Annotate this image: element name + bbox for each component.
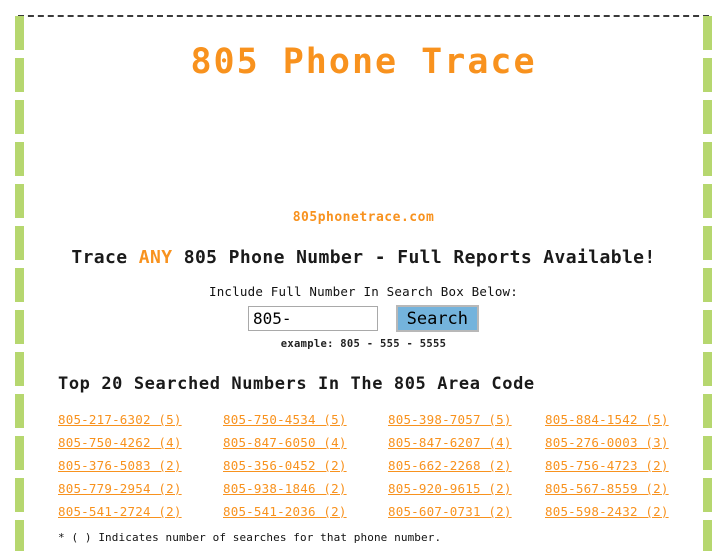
phone-number-link[interactable]: 805-356-0452 (2) [223, 458, 388, 473]
site-domain: 805phonetrace.com [292, 210, 435, 225]
phone-number-link[interactable]: 805-598-2432 (2) [545, 504, 695, 519]
phone-number-link[interactable]: 805-756-4723 (2) [545, 458, 695, 473]
page-title: 805 Phone Trace [190, 42, 537, 82]
phone-number-link[interactable]: 805-750-4262 (4) [58, 435, 223, 450]
tagline-before: Trace [71, 247, 139, 268]
search-hint: Include Full Number In Search Box Below: [208, 284, 519, 299]
phone-number-link[interactable]: 805-662-2268 (2) [388, 458, 545, 473]
phone-number-link[interactable]: 805-276-0003 (3) [545, 435, 695, 450]
top-numbers-grid: 805-217-6302 (5) 805-750-4534 (5) 805-39… [58, 412, 695, 519]
page-root: 805 Phone Trace 805phonetrace.com Trace … [0, 0, 727, 551]
search-example-text: example: 805 - 555 - 5555 [280, 338, 447, 350]
tagline-highlight: ANY [138, 247, 173, 268]
phone-number-link[interactable]: 805-750-4534 (5) [223, 412, 388, 427]
phone-number-link[interactable]: 805-541-2036 (2) [223, 504, 388, 519]
phone-search-input[interactable] [247, 306, 378, 331]
advertisement-slot [32, 90, 695, 208]
phone-number-link[interactable]: 805-376-5083 (2) [58, 458, 223, 473]
left-green-rail [15, 16, 24, 551]
phone-number-link[interactable]: 805-920-9615 (2) [388, 481, 545, 496]
phone-number-link[interactable]: 805-607-0731 (2) [388, 504, 545, 519]
phone-number-link[interactable]: 805-779-2954 (2) [58, 481, 223, 496]
phone-number-link[interactable]: 805-884-1542 (5) [545, 412, 695, 427]
tagline-after: 805 Phone Number - Full Reports Availabl… [172, 247, 656, 268]
tagline: Trace ANY 805 Phone Number - Full Report… [32, 247, 695, 268]
phone-number-link[interactable]: 805-541-2724 (2) [58, 504, 223, 519]
search-count-footnote: * ( ) Indicates number of searches for t… [58, 531, 442, 544]
phone-number-link[interactable]: 805-847-6207 (4) [388, 435, 545, 450]
phone-number-link[interactable]: 805-567-8559 (2) [545, 481, 695, 496]
search-button[interactable]: Search [395, 305, 480, 332]
top-numbers-heading: Top 20 Searched Numbers In The 805 Area … [58, 374, 535, 394]
phone-number-link[interactable]: 805-217-6302 (5) [58, 412, 223, 427]
right-green-rail [703, 16, 712, 551]
phone-number-link[interactable]: 805-938-1846 (2) [223, 481, 388, 496]
phone-number-link[interactable]: 805-847-6050 (4) [223, 435, 388, 450]
search-form: Search [32, 305, 695, 332]
page-content: 805 Phone Trace 805phonetrace.com Trace … [32, 16, 695, 545]
phone-number-link[interactable]: 805-398-7057 (5) [388, 412, 545, 427]
